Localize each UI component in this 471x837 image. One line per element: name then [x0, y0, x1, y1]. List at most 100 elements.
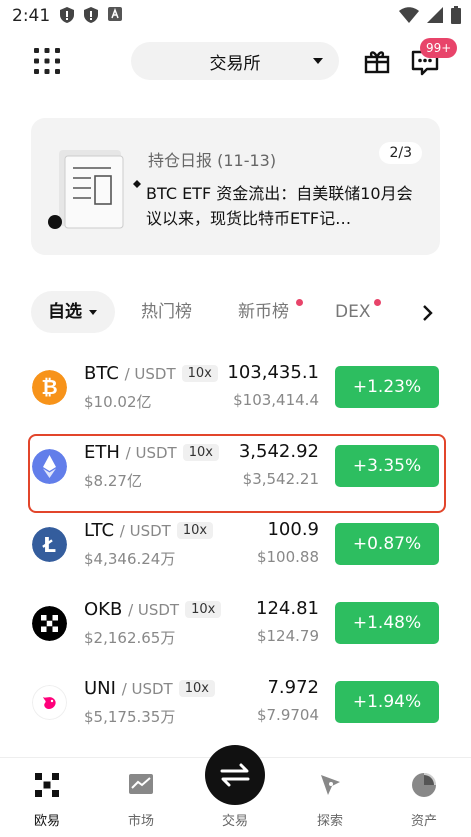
change-percent-button[interactable]: +1.94% — [335, 681, 439, 723]
market-tabs: 自选 热门榜 新币榜 DEX — [0, 291, 471, 335]
fiat-price: $7.9704 — [256, 706, 319, 724]
okx-logo-icon — [35, 773, 59, 797]
ethereum-icon — [32, 449, 67, 484]
quote-symbol: / USDT — [119, 522, 171, 540]
signal-icon — [427, 7, 443, 23]
banner-title: 持仓日报 (11-13) — [148, 151, 277, 170]
leverage-badge: 10x — [182, 444, 219, 461]
tab-new-coins-label: 新币榜 — [238, 302, 289, 322]
app-notification-icon — [108, 7, 122, 21]
exchange-mode-label: 交易所 — [209, 53, 261, 74]
market-row-okb[interactable]: OKB / USDT 10x $2,162.65万 124.81 $124.79 … — [0, 590, 471, 668]
last-price: 103,435.1 — [227, 362, 319, 383]
change-percent-button[interactable]: +1.48% — [335, 602, 439, 644]
leverage-badge: 10x — [185, 601, 222, 618]
fiat-price: $3,542.21 — [242, 470, 319, 488]
top-header: 交易所 99+ — [0, 38, 471, 82]
pair-label: LTC / USDT 10x — [84, 520, 214, 541]
nav-label: 资产 — [410, 814, 437, 829]
daily-report-banner[interactable]: 持仓日报 (11-13) 2/3 BTC ETF 资金流出：自美联储10月会议以… — [31, 118, 440, 255]
tab-new-coins[interactable]: 新币榜 — [238, 291, 303, 333]
quote-symbol: / USDT — [125, 444, 177, 462]
quote-symbol: / USDT — [128, 601, 180, 619]
fiat-price: $103,414.4 — [233, 391, 319, 409]
leverage-badge: 10x — [181, 365, 218, 382]
svg-text:₿: ₿ — [41, 375, 57, 399]
market-chart-icon — [129, 774, 153, 794]
last-price: 100.9 — [267, 519, 319, 540]
okb-icon — [32, 606, 67, 641]
fiat-price: $100.88 — [256, 548, 319, 566]
bitcoin-icon: ₿ — [32, 370, 67, 405]
volume: $10.02亿 — [84, 393, 152, 411]
pair-label: UNI / USDT 10x — [84, 678, 215, 699]
volume: $8.27亿 — [84, 472, 142, 490]
nav-market[interactable]: 市场 — [106, 758, 176, 837]
change-percent-button[interactable]: +1.23% — [335, 366, 439, 408]
change-percent-button[interactable]: +3.35% — [335, 445, 439, 487]
exchange-mode-dropdown[interactable]: 交易所 — [131, 42, 339, 80]
tab-favorites[interactable]: 自选 — [31, 291, 115, 333]
tab-hot-label: 热门榜 — [141, 302, 192, 322]
base-symbol: ETH — [84, 442, 120, 463]
nav-explore[interactable]: 探索 — [295, 758, 365, 837]
pair-label: BTC / USDT 10x — [84, 363, 218, 384]
explore-compass-icon — [321, 775, 340, 795]
svg-text:Ł: Ł — [42, 533, 56, 557]
gift-icon[interactable] — [364, 48, 390, 74]
base-symbol: UNI — [84, 678, 116, 699]
chevron-down-icon — [89, 310, 97, 315]
nav-label: 交易 — [221, 814, 248, 829]
new-indicator-dot — [374, 299, 381, 306]
base-symbol: BTC — [84, 363, 119, 384]
pair-label: ETH / USDT 10x — [84, 442, 219, 463]
wifi-icon — [399, 7, 419, 23]
market-row-ltc[interactable]: Ł LTC / USDT 10x $4,346.24万 100.9 $100.88… — [0, 511, 471, 589]
tab-hot[interactable]: 热门榜 — [141, 291, 192, 333]
shield-alert-icon — [84, 7, 98, 23]
banner-text: BTC ETF 资金流出：自美联储10月会议以来，现货比特币ETF记… — [146, 184, 413, 228]
assets-pie-icon — [412, 773, 436, 797]
last-price: 7.972 — [267, 677, 319, 698]
tab-dex-label: DEX — [335, 302, 371, 322]
fiat-price: $124.79 — [256, 627, 319, 645]
market-row-uni[interactable]: UNI / USDT 10x $5,175.35万 7.972 $7.9704 +… — [0, 669, 471, 747]
uniswap-icon — [32, 685, 67, 720]
report-document-illustration — [48, 150, 141, 229]
quote-symbol: / USDT — [124, 365, 176, 383]
last-price: 3,542.92 — [238, 441, 319, 462]
leverage-badge: 10x — [176, 522, 214, 539]
nav-label: 欧易 — [33, 814, 60, 829]
last-price: 124.81 — [256, 598, 319, 619]
tabs-scroll-right[interactable] — [413, 299, 441, 327]
market-row-btc[interactable]: ₿ BTC / USDT 10x $10.02亿 103,435.1 $103,4… — [0, 354, 471, 432]
change-percent-button[interactable]: +0.87% — [335, 523, 439, 565]
volume: $2,162.65万 — [84, 629, 176, 647]
leverage-badge: 10x — [178, 680, 215, 697]
battery-icon — [451, 6, 461, 24]
trade-swap-icon — [220, 763, 250, 787]
status-bar: 2:41 — [0, 0, 471, 32]
litecoin-icon: Ł — [32, 527, 67, 562]
shield-alert-icon — [60, 7, 74, 23]
tab-dex[interactable]: DEX — [335, 291, 381, 333]
pair-label: OKB / USDT 10x — [84, 599, 222, 620]
grid-menu-icon[interactable] — [34, 48, 60, 74]
nav-label: 探索 — [316, 814, 343, 829]
message-count-badge: 99+ — [420, 38, 458, 58]
status-time: 2:41 — [12, 6, 51, 26]
volume: $5,175.35万 — [84, 708, 176, 726]
volume: $4,346.24万 — [84, 550, 176, 568]
market-row-eth[interactable]: ETH / USDT 10x $8.27亿 3,542.92 $3,542.21 … — [0, 433, 471, 511]
tab-favorites-label: 自选 — [48, 302, 82, 322]
new-indicator-dot — [296, 299, 303, 306]
nav-assets[interactable]: 资产 — [389, 758, 459, 837]
quote-symbol: / USDT — [121, 680, 173, 698]
base-symbol: OKB — [84, 599, 123, 620]
chevron-right-icon — [423, 305, 433, 321]
base-symbol: LTC — [84, 520, 115, 541]
trade-swap-button[interactable] — [205, 745, 265, 805]
nav-label: 市场 — [127, 814, 154, 829]
banner-page-indicator: 2/3 — [379, 142, 422, 164]
nav-home[interactable]: 欧易 — [12, 758, 82, 837]
